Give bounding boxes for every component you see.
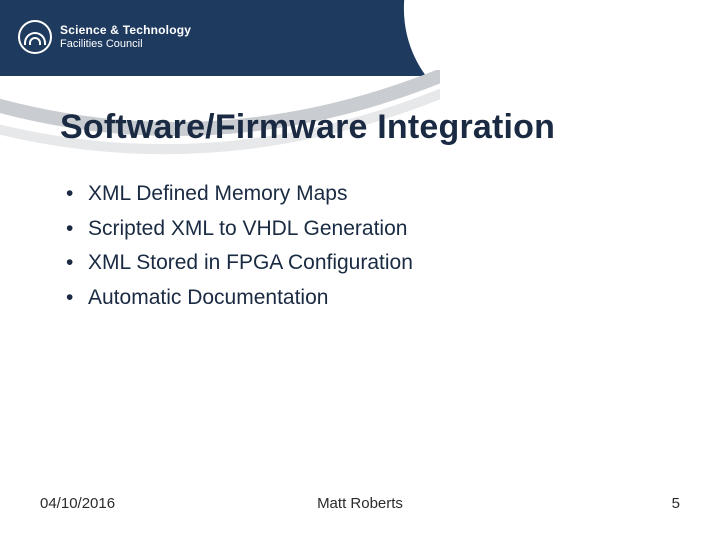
list-item: Scripted XML to VHDL Generation	[62, 213, 660, 246]
footer-page: 5	[672, 495, 680, 512]
bullet-list: XML Defined Memory Maps Scripted XML to …	[62, 178, 660, 316]
slide: Science & Technology Facilities Council …	[0, 0, 720, 540]
footer-date: 04/10/2016	[40, 495, 115, 512]
list-item: XML Defined Memory Maps	[62, 178, 660, 211]
slide-title: Software/Firmware Integration	[60, 108, 680, 147]
footer: 04/10/2016 Matt Roberts 5	[40, 495, 680, 512]
org-logo: Science & Technology Facilities Council	[18, 20, 191, 54]
list-item: XML Stored in FPGA Configuration	[62, 247, 660, 280]
list-item: Automatic Documentation	[62, 282, 660, 315]
logo-text: Science & Technology Facilities Council	[60, 24, 191, 49]
logo-line2: Facilities Council	[60, 38, 191, 50]
logo-icon	[18, 20, 52, 54]
footer-author: Matt Roberts	[40, 495, 680, 512]
header-curve	[396, 0, 720, 120]
logo-line1: Science & Technology	[60, 24, 191, 37]
